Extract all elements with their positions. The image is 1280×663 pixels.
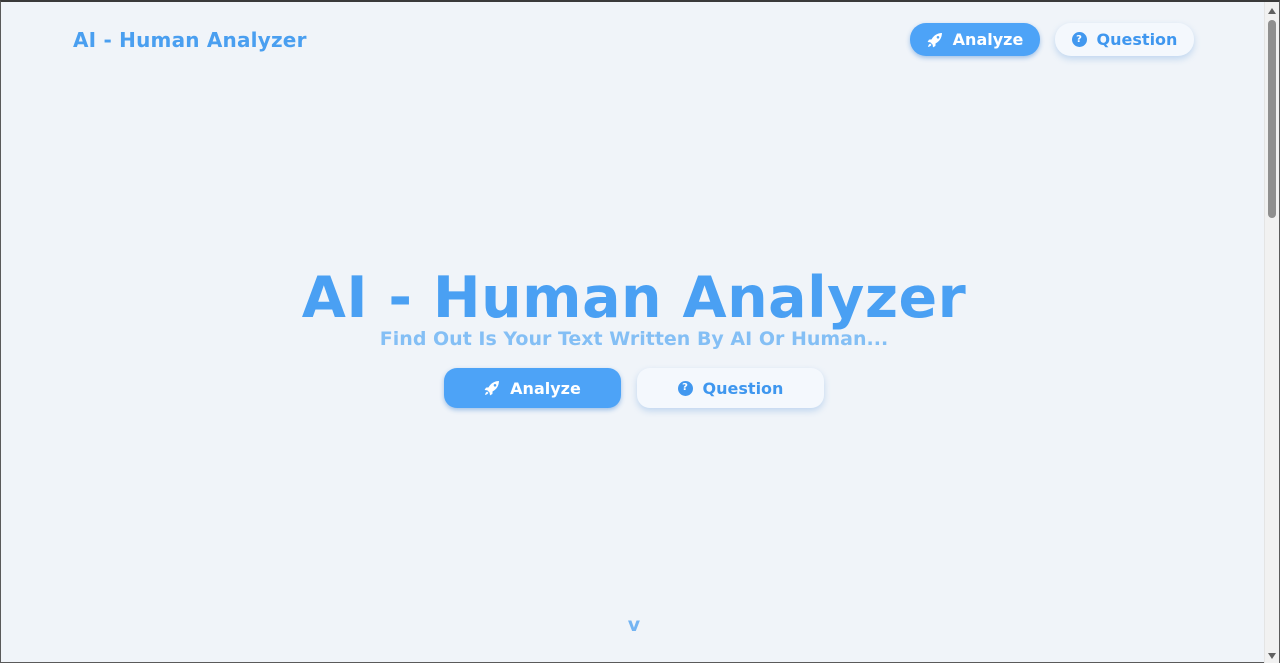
nav-question-button[interactable]: ? Question	[1055, 23, 1194, 56]
page: AI - Human Analyzer Analyze ? Question A…	[0, 0, 1280, 663]
hero-question-label: Question	[702, 378, 784, 398]
hero-subtitle: Find Out Is Your Text Written By AI Or H…	[379, 328, 889, 350]
scrollbar-thumb[interactable]	[1268, 20, 1276, 218]
scroll-down-arrow-icon[interactable]	[1268, 653, 1276, 659]
rocket-icon	[484, 380, 500, 396]
hero-question-button[interactable]: ? Question	[637, 368, 824, 408]
hero-analyze-label: Analyze	[510, 378, 581, 398]
scroll-up-arrow-icon[interactable]	[1268, 8, 1276, 14]
question-circle-icon: ?	[677, 380, 693, 396]
brand-title[interactable]: AI - Human Analyzer	[73, 28, 307, 52]
nav-question-label: Question	[1096, 30, 1178, 49]
hero-title: AI - Human Analyzer	[301, 265, 967, 331]
scroll-down-indicator[interactable]: v	[1, 614, 1267, 636]
rocket-icon	[927, 32, 943, 48]
hero-analyze-button[interactable]: Analyze	[444, 368, 621, 408]
nav-analyze-button[interactable]: Analyze	[910, 23, 1040, 56]
vertical-scrollbar[interactable]	[1264, 2, 1279, 663]
nav-analyze-label: Analyze	[952, 30, 1024, 49]
question-circle-icon: ?	[1071, 32, 1087, 47]
